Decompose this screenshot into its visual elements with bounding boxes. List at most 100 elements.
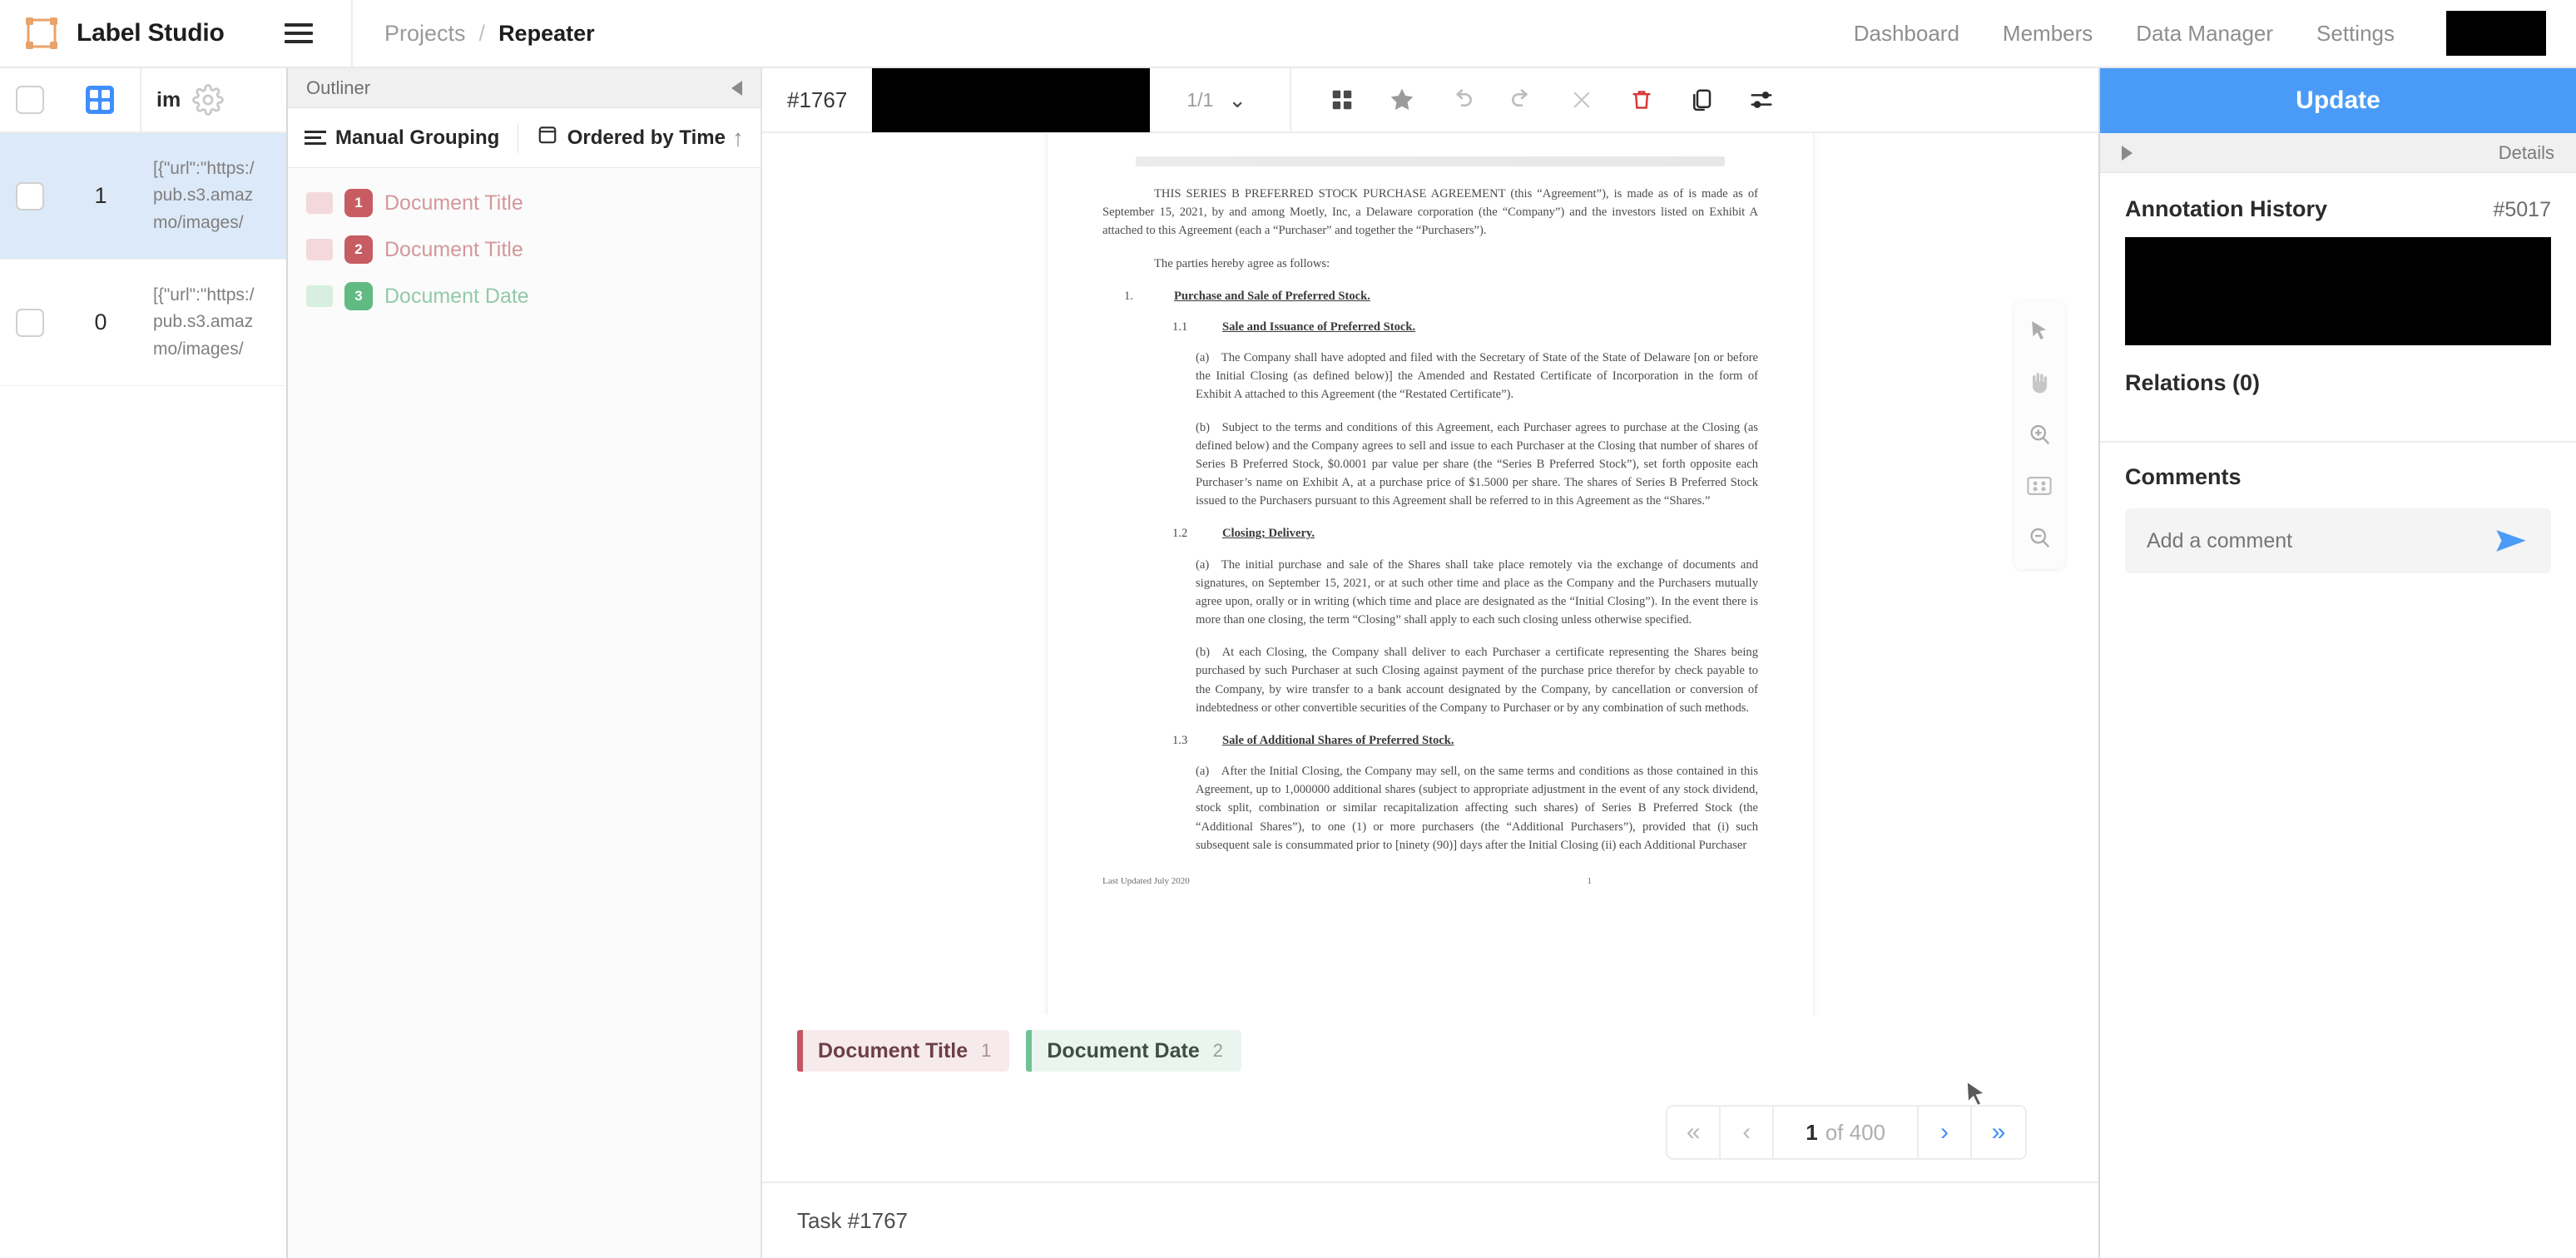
top-navigation: Dashboard Members Data Manager Settings (1854, 11, 2576, 56)
undo-icon[interactable] (1444, 82, 1479, 117)
document-subsection-heading: 1.1 Sale and Issuance of Preferred Stock… (1102, 318, 1758, 336)
toolbar-actions (1291, 82, 1779, 117)
settings-sliders-icon[interactable] (1744, 82, 1779, 117)
document-page: THIS SERIES B PREFERRED STOCK PURCHASE A… (1048, 133, 1813, 1015)
ordering-selector[interactable]: Ordered by Time (537, 124, 726, 151)
label-document-title[interactable]: Document Title 1 (797, 1030, 1010, 1072)
annotation-toolbar: #1767 1/1 ⌄ (762, 67, 2098, 133)
details-label: Details (2498, 141, 2554, 163)
delete-icon[interactable] (1624, 82, 1659, 117)
labels-toolbar: Document Title 1 Document Date 2 (762, 1015, 2098, 1087)
pagination-prev-button[interactable]: ‹ (1721, 1107, 1775, 1158)
document-subsection-heading: 1.3 Sale of Additional Shares of Preferr… (1102, 731, 1758, 750)
pointer-tool-icon[interactable] (2021, 313, 2058, 349)
breadcrumb-current-project: Repeater (498, 20, 595, 46)
comment-input[interactable] (2147, 528, 2493, 553)
user-avatar[interactable] (2446, 11, 2546, 56)
pagination-status: 1 of 400 (1774, 1107, 1919, 1158)
top-header: Label Studio Projects / Repeater Dashboa… (0, 0, 2576, 68)
pan-hand-tool-icon[interactable] (2021, 364, 2058, 401)
data-manager-table: im 1 [{"url":"https:/ pub.s3.amaz mo/ima… (0, 68, 288, 1258)
expand-details-icon[interactable] (2122, 145, 2133, 161)
select-all-cell (0, 86, 60, 114)
redo-icon[interactable] (1504, 82, 1539, 117)
pagination: « ‹ 1 of 400 › » (1666, 1105, 2027, 1160)
update-button[interactable]: Update (2100, 68, 2576, 133)
outliner-region-list: 1 Document Title 2 Document Title 3 Docu… (288, 168, 760, 319)
document-footer-left: Last Updated July 2020 (1102, 875, 1190, 886)
breadcrumb-projects-link[interactable]: Projects (384, 21, 466, 47)
menu-toggle-icon[interactable] (285, 15, 321, 52)
brand-area[interactable]: Label Studio (0, 17, 266, 50)
section-title: Sale of Additional Shares of Preferred S… (1222, 733, 1454, 747)
row-checkbox[interactable] (16, 308, 44, 337)
row-data-line: [{"url":"https:/ (153, 285, 255, 305)
section-title: Sale and Issuance of Preferred Stock. (1222, 319, 1416, 334)
grouping-selector[interactable]: Manual Grouping (305, 126, 499, 150)
table-row[interactable]: 1 [{"url":"https:/ pub.s3.amaz mo/images… (0, 133, 286, 260)
zoom-in-tool-icon[interactable] (2021, 416, 2058, 453)
task-footer: Task #1767 (762, 1181, 2098, 1258)
sort-direction-icon[interactable]: ↑ (732, 125, 744, 151)
nav-settings[interactable]: Settings (2316, 21, 2395, 47)
document-clause: (b) At each Closing, the Company shall d… (1196, 646, 1758, 715)
annotation-history-header: Annotation History #5017 (2125, 196, 2551, 222)
document-clause: (a) After the Initial Closing, the Compa… (1196, 765, 1758, 852)
document-subsection-heading: 1.2 Closing; Delivery. (1102, 524, 1758, 542)
document-cropped-header-line (1136, 156, 1725, 166)
select-all-checkbox[interactable] (16, 86, 44, 114)
document-clause: (b) Subject to the terms and conditions … (1196, 420, 1758, 508)
pagination-total-pages: of 400 (1825, 1119, 1885, 1145)
annotation-selector-redacted[interactable] (872, 67, 1151, 132)
collapse-panel-icon[interactable] (731, 80, 742, 96)
pagination-last-button[interactable]: » (1972, 1107, 2025, 1158)
label-color-bar (797, 1030, 803, 1072)
send-comment-icon[interactable] (2493, 523, 2529, 559)
image-column-header[interactable]: im (141, 68, 286, 131)
list-item[interactable]: 2 Document Title (288, 226, 760, 273)
reset-icon[interactable] (1564, 82, 1599, 117)
region-shape-icon (306, 192, 333, 214)
copy-icon[interactable] (1684, 82, 1719, 117)
region-label: Document Title (384, 191, 523, 215)
details-bar: Details (2100, 133, 2576, 173)
pagination-first-button[interactable]: « (1667, 1107, 1721, 1158)
region-label: Document Date (384, 284, 529, 308)
fit-to-screen-tool-icon[interactable] (2021, 468, 2058, 504)
right-side-panel: Update Details Annotation History #5017 … (2100, 68, 2576, 1258)
id-column-header[interactable] (60, 68, 141, 131)
comments-section: Comments (2100, 443, 2576, 573)
comments-title: Comments (2125, 464, 2242, 489)
image-column-label: im (156, 87, 181, 111)
document-scroll-area[interactable]: THIS SERIES B PREFERRED STOCK PURCHASE A… (762, 133, 2098, 1015)
grid-view-icon[interactable] (1325, 82, 1360, 117)
relations-section: Relations (0) (2100, 345, 2576, 418)
pagination-next-button[interactable]: › (1919, 1107, 1972, 1158)
nav-dashboard[interactable]: Dashboard (1854, 21, 1959, 47)
label-document-date[interactable]: Document Date 2 (1026, 1030, 1241, 1072)
list-item[interactable]: 1 Document Title (288, 180, 760, 226)
row-image-data: [{"url":"https:/ pub.s3.amaz mo/images/ (141, 260, 286, 385)
star-icon[interactable] (1385, 82, 1419, 117)
row-select-cell (0, 133, 60, 259)
table-row[interactable]: 0 [{"url":"https:/ pub.s3.amaz mo/images… (0, 260, 286, 386)
zoom-out-tool-icon[interactable] (2021, 519, 2058, 556)
section-title: Closing; Delivery. (1222, 527, 1315, 541)
outliner-panel: Outliner Manual Grouping Ordered by Time… (288, 68, 762, 1258)
label-studio-logo-icon (25, 17, 58, 50)
section-number: 1.1 (1172, 319, 1188, 334)
region-index-badge: 3 (344, 282, 373, 310)
nav-data-manager[interactable]: Data Manager (2136, 21, 2273, 47)
section-number: 1.3 (1172, 733, 1188, 747)
nav-members[interactable]: Members (2003, 21, 2093, 47)
ordering-label: Ordered by Time (567, 126, 726, 149)
row-checkbox[interactable] (16, 181, 44, 210)
annotation-history-item-redacted[interactable] (2125, 237, 2551, 345)
gear-icon[interactable] (192, 84, 224, 116)
brand-name: Label Studio (77, 19, 225, 47)
chevron-down-icon[interactable]: ⌄ (1228, 87, 1246, 113)
canvas-tool-palette (2014, 300, 2065, 569)
list-item[interactable]: 3 Document Date (288, 273, 760, 319)
pagination-row: « ‹ 1 of 400 › » (762, 1080, 2098, 1181)
region-index-badge: 1 (344, 189, 373, 217)
